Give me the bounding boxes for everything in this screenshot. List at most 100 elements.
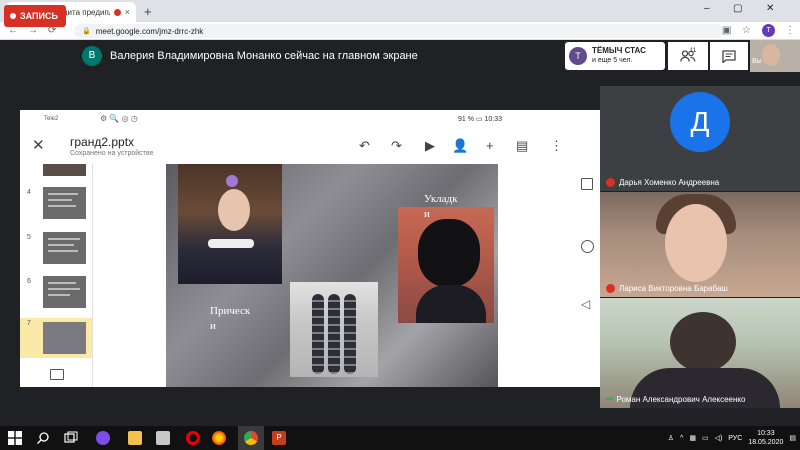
chat-icon (722, 49, 736, 63)
recording-dot-icon (113, 8, 121, 16)
user-icon[interactable]: ♙ (668, 434, 674, 442)
thumb-image (43, 164, 86, 176)
participant-avatar: Д (670, 92, 730, 152)
thumb-image (43, 322, 86, 354)
tab-close-icon[interactable]: × (125, 7, 130, 17)
more-vert-icon[interactable]: ⋮ (550, 138, 563, 154)
windows-start-icon[interactable] (8, 431, 22, 445)
volume-icon[interactable]: ◁) (715, 434, 723, 442)
slide-photo-curly-hair (398, 207, 494, 323)
participant-head (670, 312, 736, 372)
self-label: Вы (752, 58, 762, 65)
url-field[interactable]: 🔒 meet.google.com/jmz-drrc-zhk (74, 24, 724, 38)
home-circle-icon[interactable] (581, 240, 594, 253)
clock-time: 10:33 (757, 430, 775, 437)
profile-avatar[interactable]: T (762, 24, 775, 37)
photo-braid (344, 294, 356, 374)
slide-canvas[interactable]: Прическ и Укладк и (94, 164, 600, 387)
ppt-file-name: гранд2.pptx (70, 135, 135, 149)
address-bar-row: ← → ⟳ 🔒 meet.google.com/jmz-drrc-zhk ▣ ☆… (0, 22, 800, 40)
slide-thumb-7[interactable]: 7 (20, 318, 92, 358)
alice-assistant-icon[interactable] (96, 431, 110, 445)
window-close-button[interactable]: ✕ (766, 3, 774, 14)
add-slide-icon[interactable] (50, 369, 64, 380)
photo-braid (312, 294, 324, 374)
recording-button[interactable]: ЗАПИСЬ (4, 5, 66, 27)
play-icon[interactable]: ▶ (425, 138, 435, 154)
share-person-icon[interactable]: 👤 (452, 138, 468, 154)
camera-permission-icon[interactable]: ▣ (722, 25, 731, 36)
participant-label: ••• Роман Александрович Алексеенко (606, 394, 745, 404)
photo-shoulder (416, 285, 486, 323)
recents-square-icon[interactable] (581, 178, 593, 190)
clock-date: 18.05.2020 (748, 439, 784, 446)
phone-status-right: 91 % ▭ 10:33 (458, 116, 502, 123)
slide-thumb-3[interactable] (20, 164, 92, 184)
self-view-video[interactable]: Вы (750, 40, 800, 72)
slide-thumb-4[interactable]: 4 (20, 187, 92, 227)
slide-thumb-6[interactable]: 6 (20, 276, 92, 316)
slide-thumb-5[interactable]: 5 (20, 232, 92, 272)
chrome-icon[interactable] (244, 431, 258, 445)
photo-braid (328, 294, 340, 374)
powerpoint-icon[interactable]: P (272, 431, 286, 445)
windows-taskbar: P ♙ ^ ▦ ▭ ◁) РУС 10:33 18.05.2020 ▤ (0, 426, 800, 450)
store-icon[interactable] (156, 431, 170, 445)
phone-carrier: Tele2 (44, 116, 59, 122)
firefox-icon[interactable] (212, 431, 226, 445)
participant-tile[interactable]: ••• Роман Александрович Алексеенко (600, 298, 800, 408)
redo-icon[interactable]: ↷ (391, 138, 402, 154)
thumb-image (43, 187, 86, 219)
keyboard-language[interactable]: РУС (728, 435, 742, 442)
ppt-save-status: Сохранено на устройстве (70, 150, 154, 157)
tray-chevron-icon[interactable]: ^ (680, 435, 683, 442)
taskbar-clock[interactable]: 10:33 18.05.2020 (748, 429, 783, 447)
participant-tile[interactable]: Д Дарья Хоменко Андреевна (600, 86, 800, 191)
thumb-image (43, 232, 86, 264)
comment-icon[interactable]: ▤ (516, 138, 528, 154)
lock-icon: 🔒 (82, 28, 91, 35)
system-tray: ♙ ^ ▦ ▭ ◁) РУС 10:33 18.05.2020 ▤ (668, 428, 796, 448)
speaking-indicator-icon: ••• (606, 394, 614, 404)
ppt-toolbar: ✕ гранд2.pptx Сохранено на устройстве ↶ … (20, 130, 600, 164)
new-tab-button[interactable]: + (144, 4, 152, 19)
slide-text-right-2: и (424, 208, 430, 220)
notifications-icon[interactable]: ▤ (789, 434, 796, 442)
undo-icon[interactable]: ↶ (359, 138, 370, 154)
chat-button[interactable] (710, 42, 748, 70)
insert-plus-icon[interactable]: + (486, 138, 494, 153)
tray-app-icon[interactable]: ▦ (689, 434, 696, 442)
record-dot-icon (10, 13, 16, 19)
mic-off-icon (606, 284, 615, 293)
network-icon[interactable]: ▭ (702, 434, 709, 442)
opera-icon[interactable] (186, 431, 200, 445)
thumb-number: 6 (27, 278, 31, 285)
recording-label: ЗАПИСЬ (20, 11, 58, 21)
current-slide: Прическ и Укладк и (166, 164, 498, 387)
chrome-menu-icon[interactable]: ⋮ (785, 25, 795, 36)
participant-tile[interactable]: Лариса Викторовна Барабаш (600, 192, 800, 297)
chat-notification-more: и еще 5 чел. (592, 57, 633, 64)
slide-photo-braids (290, 282, 378, 377)
browser-tab-strip: Meet – Защита предиплом × + – ▢ ✕ (0, 0, 800, 22)
shared-phone-screen: Tele2 ⚙ 🔍 ◎ ◷ 91 % ▭ 10:33 ✕ гранд2.pptx… (20, 110, 600, 387)
photo-face (218, 189, 250, 231)
thumb-image (43, 276, 86, 308)
search-icon[interactable] (36, 431, 50, 445)
ppt-close-icon[interactable]: ✕ (32, 136, 45, 154)
maximize-button[interactable]: ▢ (733, 3, 742, 14)
slide-text-left-2: и (210, 320, 216, 332)
back-triangle-icon[interactable]: ◁ (581, 297, 590, 311)
task-view-icon[interactable] (64, 431, 78, 445)
thumb-number: 5 (27, 234, 31, 241)
phone-nav-bar: ◁ (573, 170, 601, 320)
participants-button[interactable]: 11 (668, 42, 708, 70)
chat-notification[interactable]: T ТЁМЫЧ СТАС и еще 5 чел. (565, 42, 665, 70)
bookmark-star-icon[interactable]: ☆ (742, 25, 751, 36)
presenter-status-text: Валерия Владимировна Монанко сейчас на г… (110, 50, 418, 62)
photo-collar (208, 239, 254, 248)
minimize-button[interactable]: – (704, 3, 710, 14)
participant-name: Дарья Хоменко Андреевна (619, 178, 720, 187)
file-explorer-icon[interactable] (128, 431, 142, 445)
photo-hair (418, 219, 480, 287)
